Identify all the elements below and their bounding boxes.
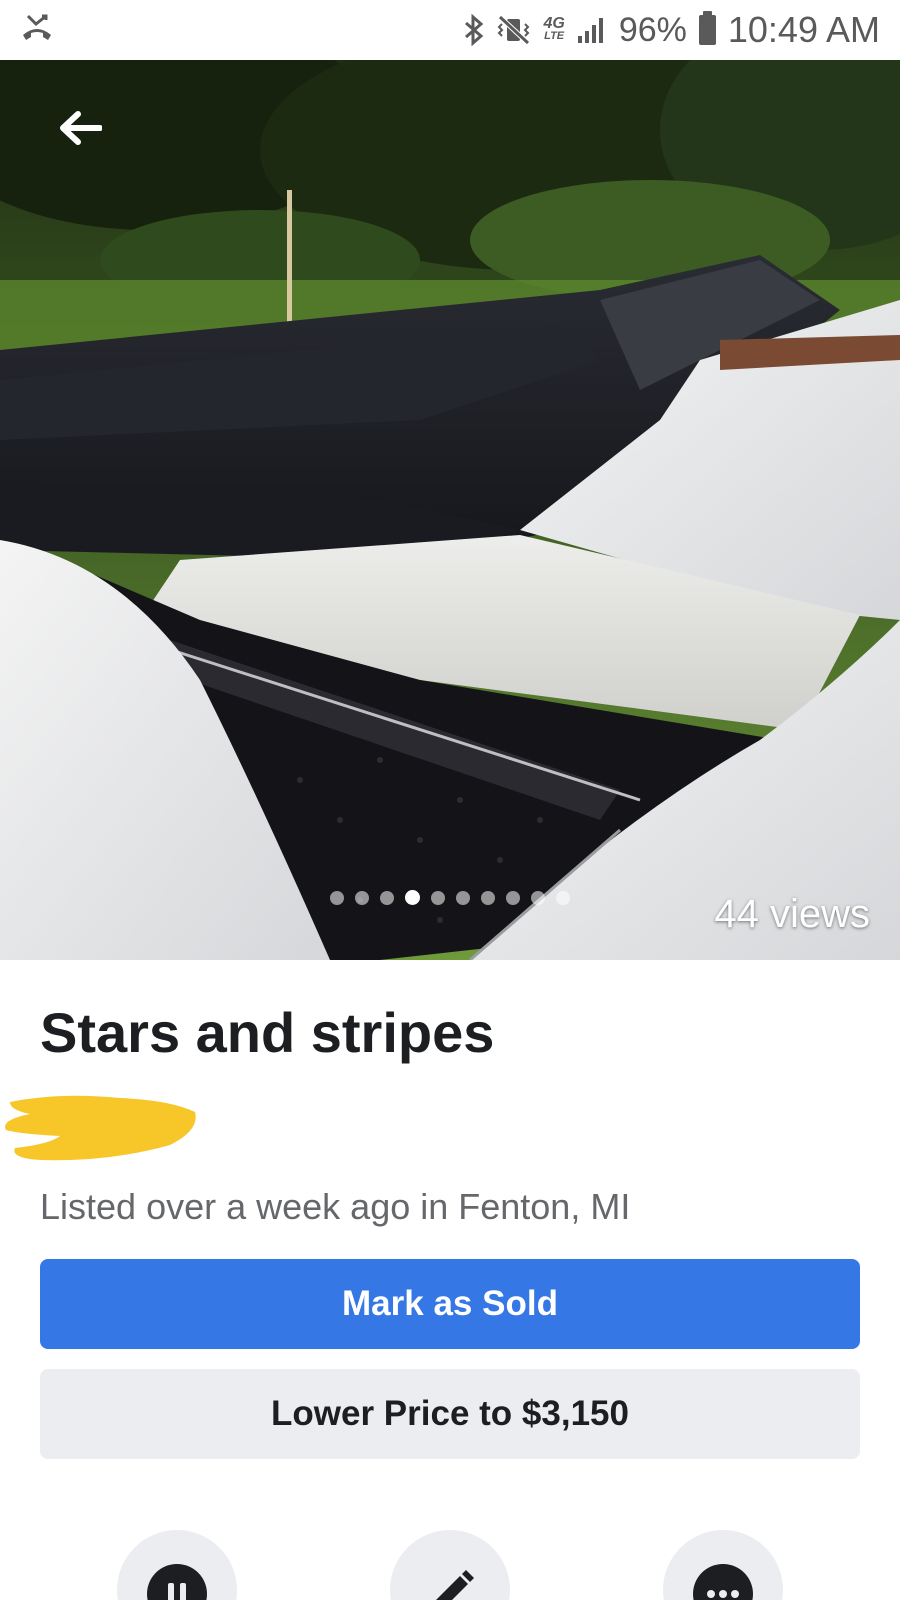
network-sub-label: LTE	[544, 30, 565, 42]
arrow-left-icon	[60, 111, 102, 145]
listing-photo[interactable]: 44 views	[0, 60, 900, 960]
more-options-button[interactable]	[663, 1530, 783, 1600]
listed-location-text: Listed over a week ago in Fenton, MI	[40, 1186, 631, 1227]
edit-listing-button[interactable]	[390, 1530, 510, 1600]
pause-listing-button[interactable]	[117, 1530, 237, 1600]
pause-icon	[147, 1564, 207, 1600]
pagination-dot[interactable]	[506, 890, 520, 905]
more-dots-icon	[693, 1564, 753, 1600]
listing-screen: 4G LTE 96% 10:49 AM 44 views Stars and s…	[0, 0, 900, 1600]
bluetooth-icon	[463, 14, 485, 46]
network-label: 4G	[543, 15, 565, 32]
pagination-dot[interactable]	[556, 890, 570, 905]
pagination-dot-active[interactable]	[405, 890, 420, 905]
photo-pagination-dots[interactable]	[330, 890, 570, 905]
battery-icon	[698, 11, 716, 45]
boat-photo-image	[0, 60, 900, 960]
edit-pencil-icon	[436, 1570, 474, 1600]
listing-title: Stars and stripes	[40, 1001, 495, 1064]
price-redaction-scribble	[5, 1095, 196, 1161]
status-bar: 4G LTE 96% 10:49 AM	[0, 0, 900, 60]
clock: 10:49 AM	[727, 9, 880, 50]
battery-percent: 96%	[618, 10, 687, 49]
signal-icon	[577, 16, 607, 44]
back-button[interactable]	[50, 98, 110, 158]
pagination-dot[interactable]	[355, 890, 369, 905]
lte-icon: 4G LTE	[543, 15, 565, 43]
mark-as-sold-button[interactable]: Mark as Sold	[40, 1259, 860, 1349]
missed-call-icon	[20, 13, 54, 48]
pagination-dot[interactable]	[481, 890, 495, 905]
pagination-dot[interactable]	[531, 890, 545, 905]
pagination-dot[interactable]	[380, 890, 394, 905]
pagination-dot[interactable]	[431, 890, 445, 905]
pagination-dot[interactable]	[456, 890, 470, 905]
pagination-dot[interactable]	[330, 890, 344, 905]
views-count: 44 views	[714, 892, 870, 936]
lower-price-button[interactable]: Lower Price to $3,150	[40, 1369, 860, 1459]
vibrate-icon	[497, 14, 531, 46]
